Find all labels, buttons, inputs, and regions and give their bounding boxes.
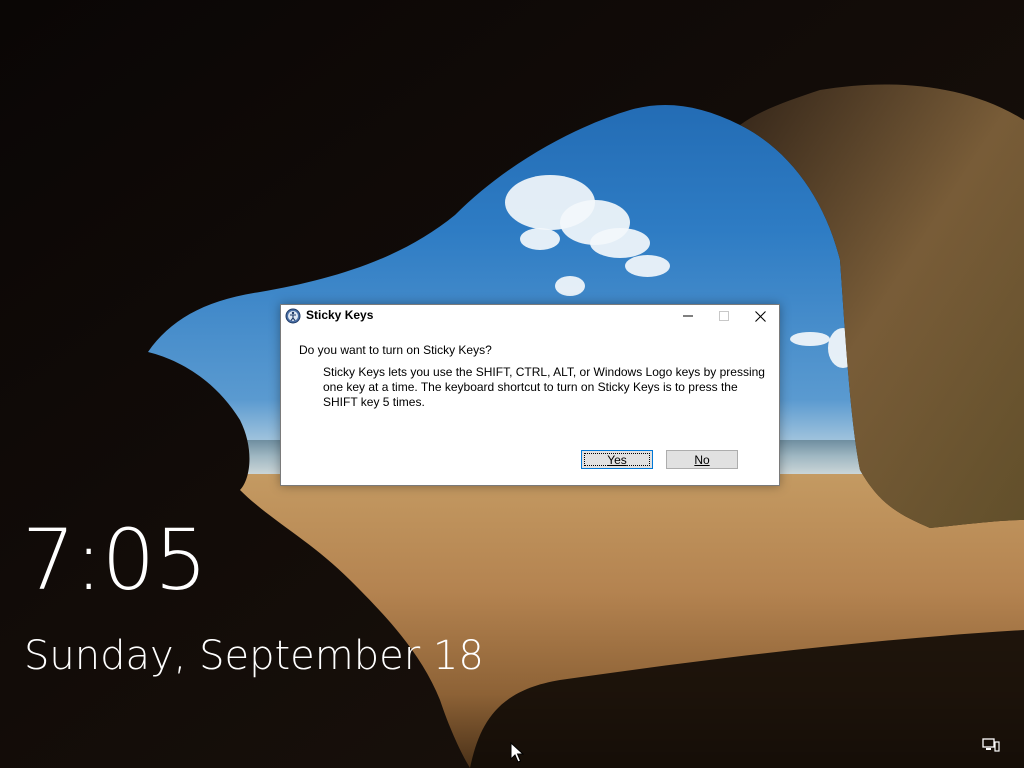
network-icon[interactable]	[982, 738, 1000, 752]
close-icon	[754, 310, 766, 322]
mouse-pointer-icon	[510, 742, 524, 763]
maximize-icon	[719, 311, 729, 321]
no-button-label: No	[694, 452, 710, 467]
no-button[interactable]: No	[666, 450, 738, 469]
close-button[interactable]	[743, 305, 777, 327]
yes-button[interactable]: Yes	[581, 450, 653, 469]
sticky-keys-dialog: Sticky Keys Do you want to turn on Stick…	[280, 304, 780, 486]
yes-button-label: Yes	[607, 452, 627, 467]
dialog-question: Do you want to turn on Sticky Keys?	[299, 343, 492, 357]
lock-screen-date: Sunday, September 18	[24, 633, 484, 679]
dialog-title: Sticky Keys	[306, 308, 374, 322]
maximize-button	[707, 305, 741, 327]
ease-of-access-icon	[285, 308, 301, 324]
dialog-titlebar[interactable]: Sticky Keys	[281, 305, 779, 327]
dialog-description: Sticky Keys lets you use the SHIFT, CTRL…	[323, 365, 765, 409]
lock-screen: 7:05 Sunday, September 18 Sticky Keys Do…	[0, 0, 1024, 768]
minimize-icon	[683, 315, 693, 317]
lock-screen-time: 7:05	[22, 511, 208, 609]
minimize-button[interactable]	[671, 305, 705, 327]
